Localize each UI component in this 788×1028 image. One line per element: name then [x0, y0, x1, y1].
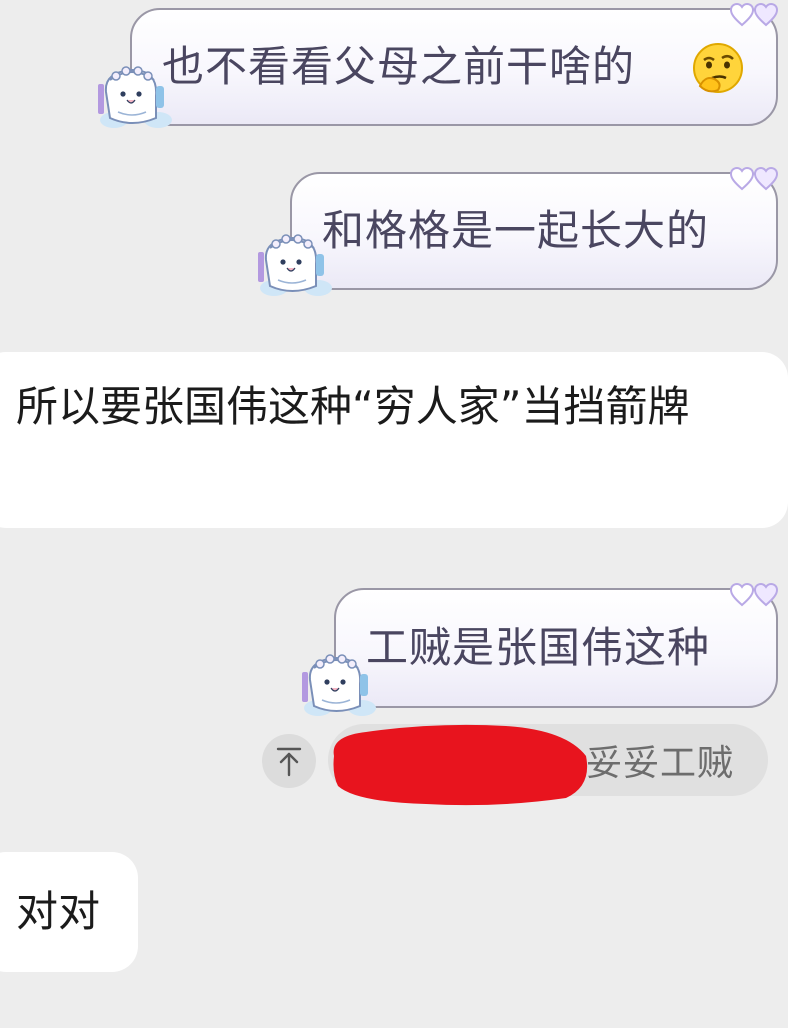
message-text: 和格格是一起长大的 [322, 206, 710, 255]
thinking-face-emoji-icon [693, 43, 743, 93]
redaction-mark [333, 724, 588, 806]
message-text: 也不看看父母之前干啥的 [162, 42, 636, 91]
quote-arrow-button[interactable] [262, 734, 316, 788]
quote-text: 妥妥工贼 [585, 743, 734, 784]
message-text: 工贼是张国伟这种 [366, 623, 711, 672]
mascot-sticker-icon [96, 62, 174, 134]
hearts-icon [730, 582, 780, 608]
hearts-icon [730, 2, 780, 28]
mascot-sticker-icon [256, 230, 334, 302]
hearts-icon [730, 166, 780, 192]
message-bubble-outgoing[interactable]: 和格格是一起长大的 [290, 172, 778, 290]
message-bubble-outgoing[interactable]: 也不看看父母之前干啥的 [130, 8, 778, 126]
quote-arrow-icon [276, 747, 302, 777]
chat-area[interactable]: 也不看看父母之前干啥的 和格格是一起长大的 所以要张国伟这种“穷人家”当挡箭牌 … [0, 0, 788, 1028]
message-text: 所以要张国伟这种“穷人家”当挡箭牌 [16, 382, 690, 431]
message-bubble-incoming[interactable]: 所以要张国伟这种“穷人家”当挡箭牌 [0, 352, 788, 528]
message-bubble-outgoing[interactable]: 工贼是张国伟这种 [334, 588, 778, 708]
mascot-sticker-icon [300, 650, 378, 722]
message-bubble-incoming[interactable]: 对对 [0, 852, 138, 972]
message-text: 对对 [16, 887, 101, 936]
